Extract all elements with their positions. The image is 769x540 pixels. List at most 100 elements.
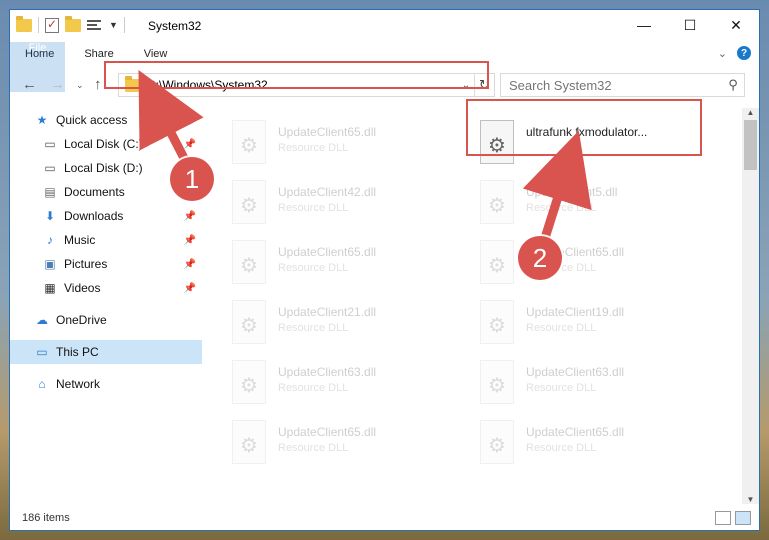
file-item[interactable]: UpdateClient63.dll Resource DLL [480,360,720,410]
pictures-icon: ▣ [44,257,56,271]
drive-icon: ▭ [44,137,56,151]
help-icon[interactable]: ? [737,46,751,60]
pin-icon: 📌 [183,210,196,222]
ribbon-tabs: File Home Share View ⌄ ? [10,42,759,92]
file-type: Resource DLL [278,262,349,274]
file-type: Resource DLL [526,322,597,334]
file-name: UpdateClient65.dll [278,245,377,259]
scroll-thumb[interactable] [744,120,757,170]
recent-locations-chevron-icon[interactable]: ⌄ [76,80,84,91]
title-bar: ▼ System32 — ☐ ✕ [10,10,759,42]
music-icon: ♪ [47,233,53,247]
properties-check-icon[interactable] [45,17,59,33]
close-button[interactable]: ✕ [713,10,759,40]
sidebar-item-label: Documents [64,185,125,199]
scroll-up-icon[interactable]: ▲ [742,108,759,117]
ribbon-right-controls: ⌄ ? [718,46,751,60]
sidebar-item-onedrive[interactable]: ☁ OneDrive [10,308,202,332]
documents-icon: ▤ [44,185,56,199]
expand-ribbon-icon[interactable]: ⌄ [718,47,727,60]
view-toggle [715,511,751,525]
file-item-ultrafunk-fxmodulator[interactable]: ultrafunk fxmodulator... [480,120,720,170]
file-name: UpdateClient63.dll [278,365,377,379]
file-item[interactable]: UpdateClient65.dll Resource DLL [480,420,720,470]
forward-arrow-icon[interactable]: → [50,76,65,93]
tab-view[interactable]: View [129,42,183,66]
sidebar-item-documents[interactable]: ▤ Documents [10,180,202,204]
sidebar-item-videos[interactable]: ▦ Videos 📌 [10,276,202,300]
dll-file-icon [480,300,514,344]
file-item[interactable]: UpdateClient19.dll Resource DLL [480,300,720,350]
pin-icon: 📌 [183,282,196,294]
back-arrow-icon[interactable]: ← [22,76,37,93]
sidebar-item-label: Videos [64,281,101,295]
quick-access-toolbar: ▼ [16,15,125,33]
customize-toolbar-icon[interactable] [87,18,103,32]
file-name: UpdateClient65.dll [526,425,625,439]
dll-file-icon [232,180,266,224]
file-name: UpdateClient21.dll [278,305,377,319]
file-item[interactable]: UpdateClient42.dll Resource DLL [232,180,472,230]
file-type: Resource DLL [526,382,597,394]
pin-icon: 📌 [183,138,196,150]
cloud-icon: ☁ [36,313,48,327]
explorer-window: ▼ System32 — ☐ ✕ File Home Share View ⌄ … [9,9,760,531]
dll-file-icon [480,420,514,464]
file-name: UpdateClient65.dll [278,125,377,139]
file-name: UpdateClient63.dll [526,365,625,379]
sidebar-item-label: OneDrive [56,313,107,327]
sidebar-item-label: Local Disk (C:) [64,137,143,151]
window-controls: — ☐ ✕ [621,10,759,40]
file-type: Resource DLL [526,442,597,454]
sidebar-item-local-disk-c[interactable]: ▭ Local Disk (C:) 📌 [10,132,202,156]
large-icons-view-icon[interactable] [735,511,751,525]
folder-icon [16,15,32,32]
details-view-icon[interactable] [715,511,731,525]
address-bar[interactable]: C:\Windows\System32 ⌄ ↻ [118,73,495,97]
tab-share[interactable]: Share [69,42,128,66]
new-folder-icon[interactable] [65,15,81,32]
search-box[interactable]: ⚲ [500,73,745,97]
file-type: Resource DLL [526,202,597,214]
file-item[interactable]: UpdateClient65.dll Resource DLL [232,420,472,470]
dll-file-icon [480,120,514,164]
computer-icon: ▭ [36,345,48,359]
download-icon: ⬇ [44,209,56,223]
status-bar: 186 items [10,506,759,530]
network-icon: ⌂ [38,377,46,391]
file-item[interactable]: UpdateClient65.dll Resource DLL [232,120,472,170]
refresh-icon[interactable]: ↻ [474,74,494,96]
search-icon[interactable]: ⚲ [722,77,744,93]
sidebar-item-network[interactable]: ⌂ Network [10,372,202,396]
file-type: Resource DLL [278,382,349,394]
file-item[interactable]: UpdateClient5.dll Resource DLL [480,180,720,230]
vertical-scrollbar[interactable]: ▲ ▼ [742,108,759,504]
sidebar-item-label: Network [56,377,101,391]
sidebar-item-label: Pictures [64,257,108,271]
sidebar-item-music[interactable]: ♪ Music 📌 [10,228,202,252]
sidebar-item-pictures[interactable]: ▣ Pictures 📌 [10,252,202,276]
file-item[interactable]: UpdateClient63.dll Resource DLL [232,360,472,410]
address-path[interactable]: C:\Windows\System32 [147,78,458,92]
file-item[interactable]: UpdateClient65.dll Resource DLL [480,240,720,290]
sidebar-item-quick-access[interactable]: ★ Quick access [10,108,202,132]
item-count: 186 items [22,512,70,524]
address-row: ← → ⌄ ↑ C:\Windows\System32 ⌄ ↻ ⚲ [10,70,759,100]
dll-file-icon [480,240,514,284]
sidebar-item-local-disk-d[interactable]: ▭ Local Disk (D:) [10,156,202,180]
maximize-button[interactable]: ☐ [667,10,713,40]
star-icon: ★ [36,113,48,127]
window-title: System32 [148,19,202,33]
up-arrow-icon[interactable]: ↑ [94,76,102,93]
file-item[interactable]: UpdateClient65.dll Resource DLL [232,240,472,290]
videos-icon: ▦ [44,281,56,295]
file-item[interactable]: UpdateClient21.dll Resource DLL [232,300,472,350]
dll-file-icon [232,420,266,464]
scroll-down-icon[interactable]: ▼ [742,495,759,504]
minimize-button[interactable]: — [621,10,667,40]
sidebar-item-this-pc[interactable]: ▭ This PC [10,340,202,364]
search-input[interactable] [509,77,722,93]
chevron-down-icon[interactable]: ▼ [109,20,118,30]
sidebar-item-downloads[interactable]: ⬇ Downloads 📌 [10,204,202,228]
address-dropdown-icon[interactable]: ⌄ [458,80,474,91]
